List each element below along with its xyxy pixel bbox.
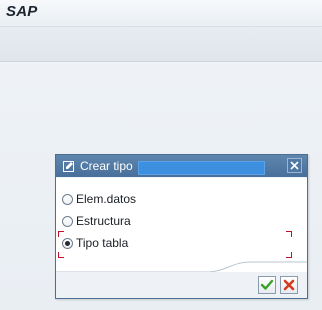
focus-bracket-bottom-right: [286, 252, 292, 258]
radio-label-estructura: Estructura: [76, 214, 131, 228]
focus-bracket-top-left: [58, 231, 64, 237]
cancel-button[interactable]: [280, 276, 298, 294]
confirm-button[interactable]: [258, 276, 276, 294]
cancel-x-icon: [283, 279, 295, 291]
radio-selected-dot: [65, 240, 70, 246]
app-header: SAP: [0, 0, 322, 27]
focus-bracket-top-right: [286, 231, 292, 237]
close-icon[interactable]: [287, 158, 302, 173]
dialog-body: Elem.datos Estructura Tipo tabla: [56, 178, 307, 272]
dialog-title: Crear tipo: [80, 159, 133, 173]
toolbar: [0, 27, 322, 62]
radio-option-estructura[interactable]: Estructura: [62, 213, 131, 229]
radio-label-elem-datos: Elem.datos: [76, 192, 137, 206]
radio-label-tipo-tabla: Tipo tabla: [76, 236, 129, 250]
title-selection-highlight: [138, 161, 265, 175]
checkmark-icon: [260, 279, 274, 290]
radio-option-tipo-tabla[interactable]: Tipo tabla: [62, 235, 128, 251]
radio-button-elem-datos[interactable]: [62, 193, 73, 205]
radio-option-elem-datos[interactable]: Elem.datos: [62, 191, 136, 207]
create-document-icon: [62, 159, 76, 173]
create-type-dialog: Crear tipo Elem.datos Estructura Tipo ta…: [55, 154, 308, 299]
app-title: SAP: [6, 3, 38, 20]
radio-button-tipo-tabla[interactable]: [62, 237, 73, 249]
radio-button-estructura[interactable]: [62, 215, 73, 227]
focus-bracket-bottom-left: [58, 252, 64, 258]
dialog-footer: [56, 272, 307, 298]
dialog-titlebar[interactable]: Crear tipo: [56, 155, 307, 177]
